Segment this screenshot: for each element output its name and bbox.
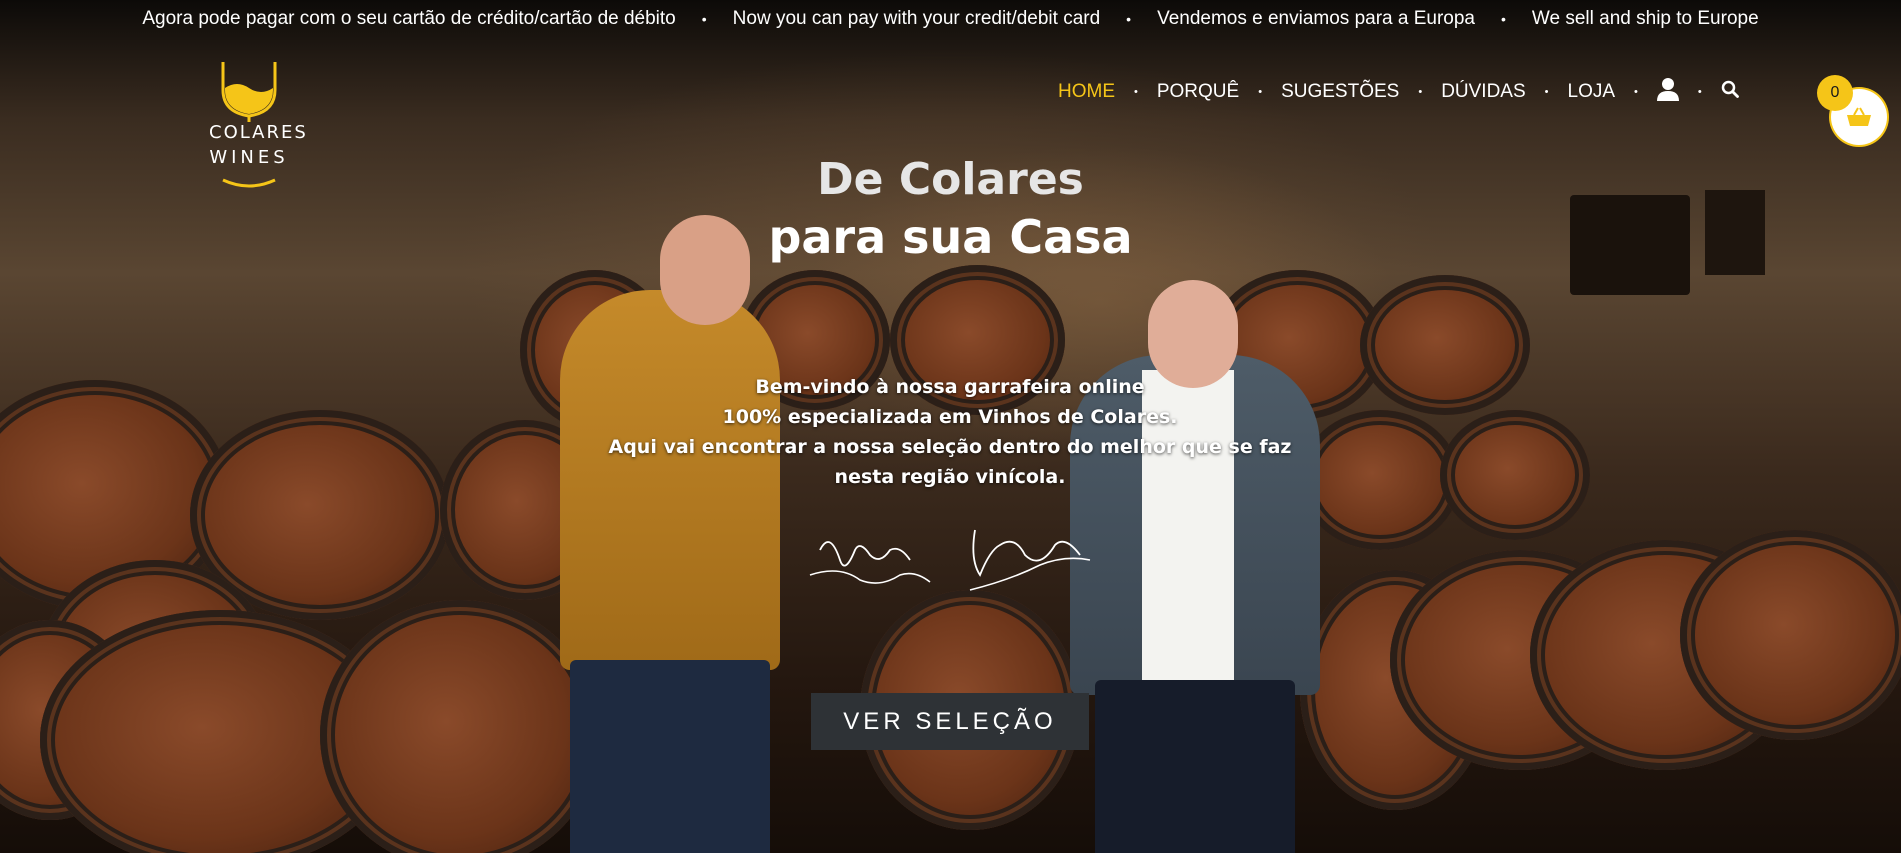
nav-separator: • [1544, 86, 1549, 98]
nav-separator: • [1697, 86, 1702, 98]
user-icon[interactable] [1656, 77, 1679, 107]
announcement-item: We sell and ship to Europe [1531, 8, 1759, 29]
hero-title-line1: De Colares [817, 154, 1084, 205]
welcome-line: nesta região vinícola. [834, 466, 1066, 488]
welcome-line: Aqui vai encontrar a nossa seleção dentr… [608, 436, 1292, 458]
basket-icon [1847, 107, 1871, 126]
barrel-decoration [1680, 530, 1901, 740]
announcement-separator: • [1126, 11, 1132, 27]
nav-separator: • [1418, 86, 1423, 98]
announcement-item: Now you can pay with your credit/debit c… [732, 8, 1101, 29]
barrel-decoration [1360, 275, 1530, 415]
nav-separator: • [1258, 86, 1263, 98]
hero-title-line2: para sua Casa [768, 210, 1133, 264]
person-right-legs [1095, 680, 1295, 853]
search-icon[interactable] [1721, 80, 1739, 104]
cart-count-badge: 0 [1817, 75, 1853, 111]
person-left-legs [570, 660, 770, 853]
logo-text-colares: COLARES [209, 122, 308, 143]
nav-separator: • [1134, 86, 1138, 98]
welcome-line: Bem-vindo à nossa garrafeira online [755, 376, 1145, 398]
nav-item-loja[interactable]: LOJA [1568, 81, 1616, 103]
nav-separator: • [1634, 86, 1638, 98]
barrel-decoration [320, 600, 600, 853]
announcement-separator: • [1501, 11, 1506, 27]
hero-welcome-text: Bem-vindo à nossa garrafeira online 100%… [560, 372, 1340, 492]
announcement-item: Agora pode pagar com o seu cartão de cré… [142, 8, 676, 29]
nav-item-home[interactable]: HOME [1058, 81, 1115, 103]
nav-item-duvidas[interactable]: DÚVIDAS [1441, 81, 1525, 103]
announcement-separator: • [701, 11, 707, 27]
signatures-image [809, 529, 1091, 591]
ver-selecao-button[interactable]: VER SELEÇÃO [811, 693, 1089, 750]
nav-item-porque[interactable]: PORQUÊ [1157, 81, 1239, 103]
barrel-decoration [1440, 410, 1590, 540]
welcome-line: 100% especializada em Vinhos de Colares. [722, 406, 1178, 428]
announcement-bar: Agora pode pagar com o seu cartão de cré… [0, 0, 1901, 38]
announcement-item: Vendemos e enviamos para a Europa [1157, 8, 1476, 29]
nav-item-sugestoes[interactable]: SUGESTÕES [1281, 81, 1399, 103]
main-nav: HOME • PORQUÊ • SUGESTÕES • DÚVIDAS • LO… [1058, 77, 1739, 107]
